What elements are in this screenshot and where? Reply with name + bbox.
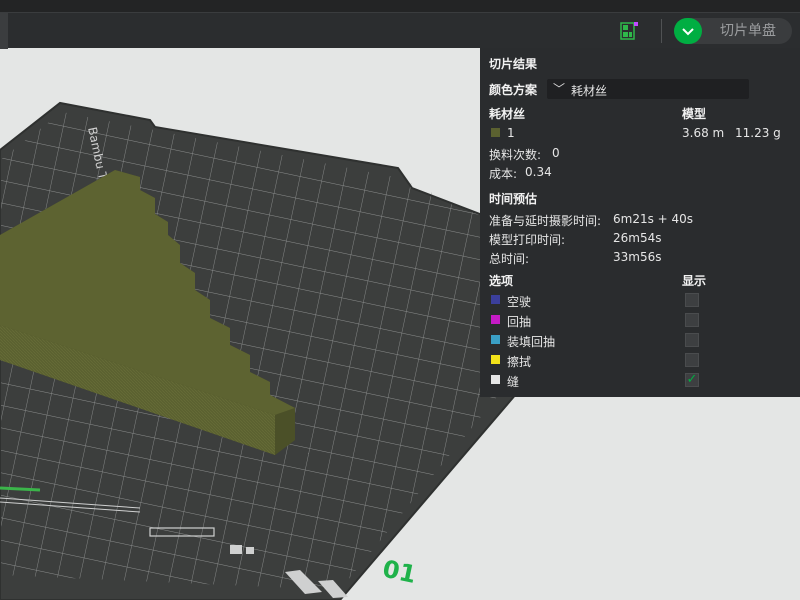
option-seam-label: 缝 (507, 375, 520, 389)
prep-time-label: 准备与延时摄影时间: (489, 214, 602, 228)
color-scheme-value: 耗材丝 (571, 84, 608, 98)
option-travel-label: 空驶 (507, 295, 532, 309)
cost-label: 成本: (489, 167, 518, 181)
toolbar-separator (661, 19, 662, 43)
cost-value: 0.34 (525, 165, 552, 179)
slice-control: 切片单盘 (674, 18, 792, 44)
total-time-value: 33m56s (613, 250, 662, 264)
toolbar-tab[interactable] (0, 13, 8, 49)
slice-plate-button[interactable]: 切片单盘 (704, 18, 792, 44)
filament-weight: 11.23 g (735, 126, 781, 140)
layout-grid-icon[interactable] (619, 22, 639, 40)
plate-number: 01 (380, 555, 418, 589)
option-retract-label: 回抽 (507, 315, 532, 329)
time-estimate-header: 时间预估 (489, 192, 538, 206)
prep-time-value: 6m21s + 40s (613, 212, 694, 226)
option-color-swatch (491, 375, 500, 384)
display-header: 显示 (682, 274, 707, 288)
option-wipe-label: 擦拭 (507, 355, 532, 369)
print-time-value: 26m54s (613, 231, 662, 245)
title-bar (0, 0, 800, 12)
option-wipe-checkbox[interactable] (685, 353, 699, 367)
filament-length: 3.68 m (682, 126, 725, 140)
option-retract-checkbox[interactable] (685, 313, 699, 327)
print-time-label: 模型打印时间: (489, 233, 566, 247)
option-color-swatch (491, 335, 500, 344)
panel-title: 切片结果 (489, 57, 538, 71)
filament-changes-label: 换料次数: (489, 148, 542, 162)
color-scheme-label: 颜色方案 (489, 83, 538, 97)
slice-dropdown-button[interactable] (674, 18, 702, 44)
color-scheme-select[interactable]: ﹀ 耗材丝 (547, 79, 749, 99)
options-header: 选项 (489, 274, 514, 288)
filament-color-swatch (491, 128, 500, 137)
option-seam-checkbox[interactable]: ✓ (685, 373, 699, 387)
option-color-swatch (491, 315, 500, 324)
option-deretract-checkbox[interactable] (685, 333, 699, 347)
top-toolbar: 切片单盘 (0, 12, 800, 49)
slice-results-panel: 切片结果 颜色方案 ﹀ 耗材丝 耗材丝 模型 1 3.68 m 11.23 g … (480, 48, 800, 397)
chevron-down-icon (682, 28, 694, 36)
chevron-down-icon: ﹀ (553, 82, 566, 96)
filament-changes-value: 0 (552, 146, 560, 160)
option-travel-checkbox[interactable] (685, 293, 699, 307)
option-color-swatch (491, 295, 500, 304)
model-header: 模型 (682, 107, 707, 121)
filament-index: 1 (507, 126, 515, 140)
total-time-label: 总时间: (489, 252, 530, 266)
option-deretract-label: 装填回抽 (507, 335, 556, 349)
option-color-swatch (491, 355, 500, 364)
filament-header: 耗材丝 (489, 107, 526, 121)
checkmark-icon: ✓ (686, 372, 698, 387)
